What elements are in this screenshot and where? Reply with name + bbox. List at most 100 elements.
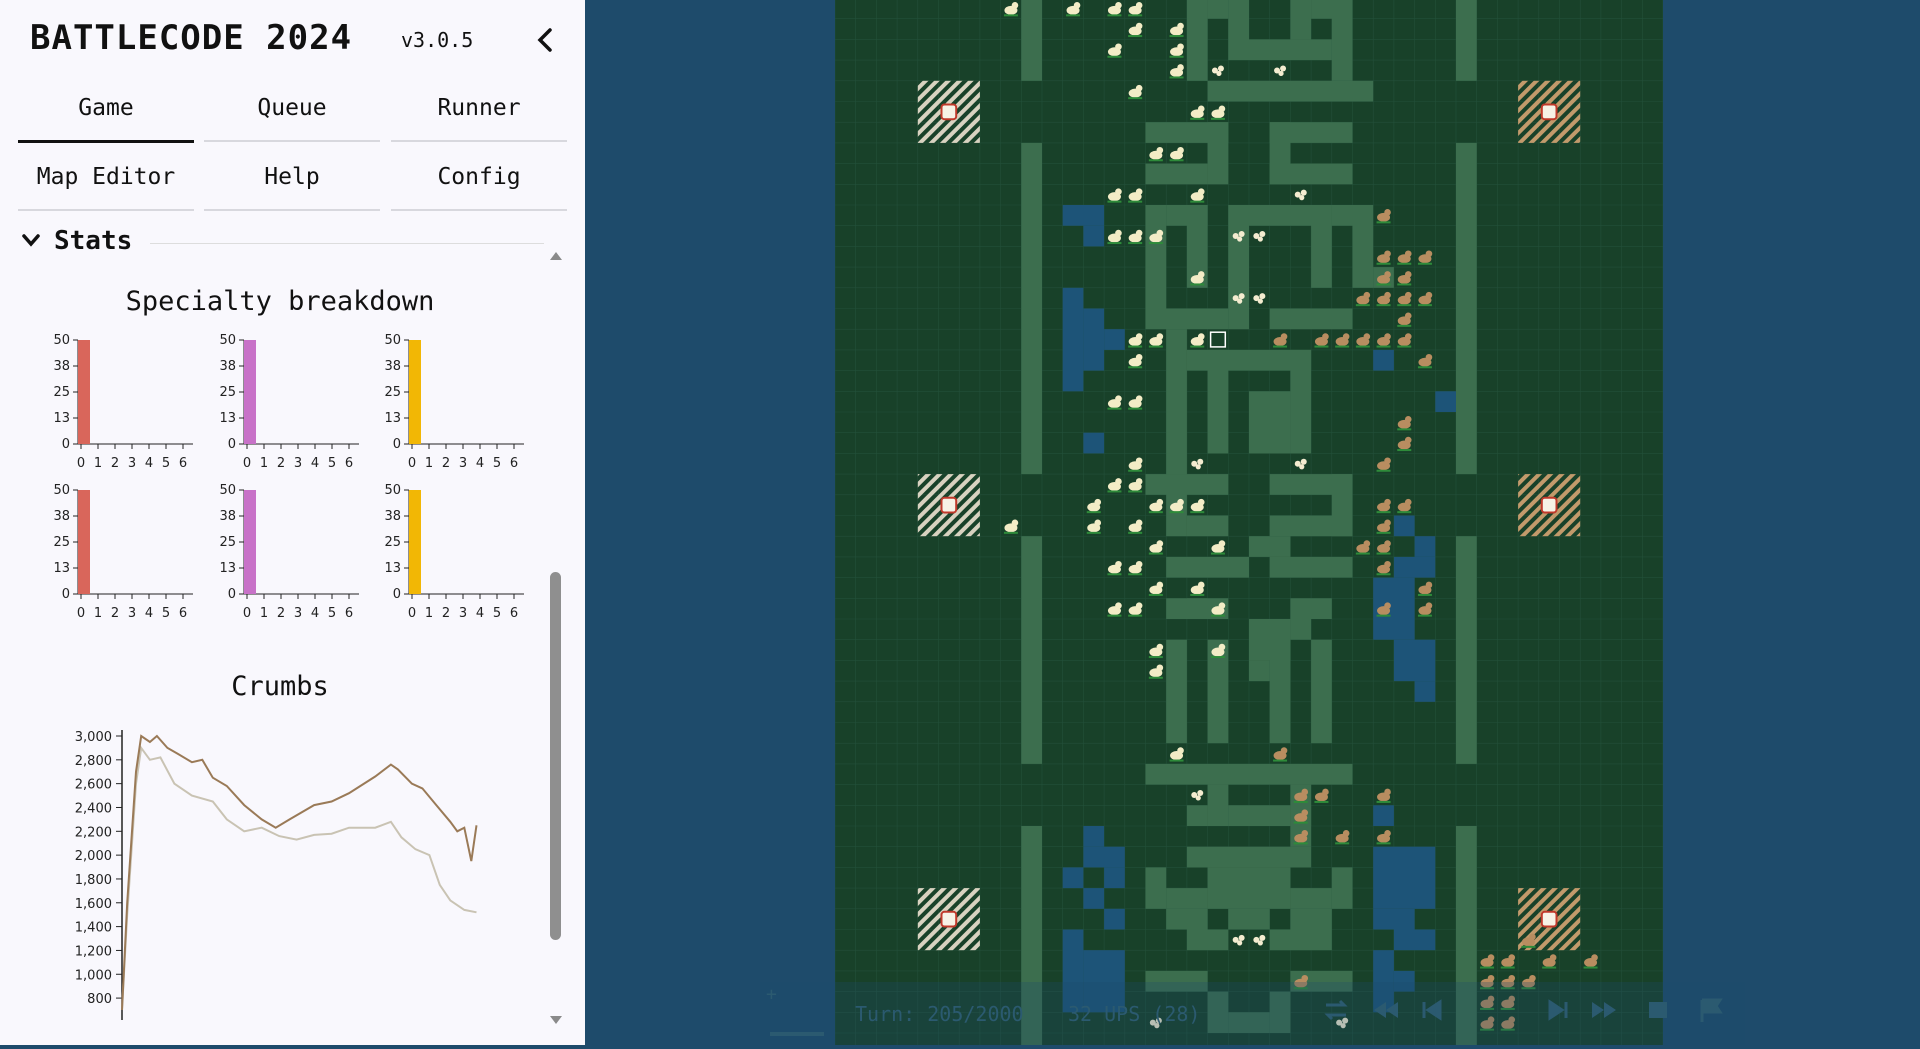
- ups-readout: 32 UPS (28): [1068, 1002, 1201, 1026]
- dam-water-tile: [1373, 349, 1394, 371]
- swap-icon: [1324, 999, 1348, 1021]
- y-tick-label: 25: [384, 535, 401, 550]
- wall-tile: [1290, 349, 1312, 454]
- collapse-sidebar-button[interactable]: [530, 22, 560, 58]
- y-tick-label: 13: [53, 411, 70, 426]
- tab-map-editor[interactable]: Map Editor: [18, 145, 194, 211]
- map-canvas[interactable]: [585, 0, 1920, 1049]
- duck-head: [1301, 788, 1309, 796]
- specialty-chart: 5038251300 1 2 3 4 5 6: [53, 483, 193, 621]
- duck-head: [1384, 209, 1391, 216]
- duck-health-bar: [1397, 324, 1412, 327]
- wall-tile: [1290, 619, 1312, 640]
- duck-health-bar: [1293, 800, 1308, 803]
- wall-tile: [1186, 515, 1229, 537]
- wall-tile: [1166, 908, 1208, 930]
- duck-health-bar: [1293, 842, 1308, 845]
- fast-forward-button[interactable]: [1590, 996, 1618, 1028]
- stats-section-header[interactable]: Stats: [22, 226, 544, 260]
- duck-head: [1218, 540, 1226, 547]
- scrollbar-thumb[interactable]: [550, 572, 561, 940]
- rewind-button[interactable]: [1372, 996, 1400, 1028]
- duck-health-bar: [1376, 800, 1391, 803]
- duck-health-bar: [1169, 759, 1184, 762]
- y-tick-label: 50: [219, 333, 236, 348]
- x-tick-label: 6: [179, 456, 187, 471]
- crumb: [1237, 940, 1243, 946]
- duck-head: [1011, 2, 1019, 9]
- x-tick-label: 1: [425, 606, 433, 621]
- dam-water-tile: [1083, 846, 1125, 868]
- duck-health-bar: [1500, 966, 1515, 969]
- duck-health-bar: [1397, 304, 1412, 307]
- duck-head: [1404, 250, 1412, 258]
- x-tick-label: 1: [94, 456, 102, 471]
- duck-health-bar: [1376, 573, 1391, 576]
- scroll-down-button[interactable]: [549, 1010, 563, 1029]
- duck-head: [1115, 2, 1122, 9]
- specialty-chart: 5038251300 1 2 3 4 5 6: [384, 333, 524, 471]
- duck-head: [1177, 22, 1184, 30]
- game-map[interactable]: [585, 0, 1920, 1049]
- crumb: [1238, 293, 1245, 300]
- crumb: [1237, 298, 1243, 304]
- wall-tile: [1207, 122, 1229, 185]
- duck-head: [1322, 788, 1329, 796]
- x-tick-label: 0: [408, 606, 416, 621]
- duck-health-bar: [1376, 221, 1391, 224]
- tab-runner[interactable]: Runner: [391, 76, 567, 142]
- stop-button[interactable]: [1646, 996, 1670, 1028]
- duck-health-bar: [1169, 511, 1184, 514]
- x-tick-label: 0: [77, 456, 85, 471]
- tab-config[interactable]: Config: [391, 145, 567, 211]
- divider: [150, 243, 544, 244]
- duck-head: [1487, 954, 1495, 961]
- duck-head: [1135, 22, 1143, 30]
- x-tick-label: 5: [162, 456, 170, 471]
- duck-head: [1135, 457, 1143, 465]
- x-tick-label: 4: [311, 456, 319, 471]
- duck-health-bar: [1273, 345, 1288, 348]
- duck-health-bar: [1542, 966, 1557, 969]
- duck-head: [1301, 830, 1309, 837]
- wall-tile: [1249, 536, 1291, 557]
- duck-health-bar: [1128, 614, 1143, 617]
- duck-health-bar: [1335, 842, 1350, 845]
- wall-tile: [1311, 205, 1332, 288]
- step-back-button[interactable]: [1420, 996, 1444, 1028]
- scroll-up-button[interactable]: [549, 246, 563, 265]
- x-tick-label: 4: [476, 456, 484, 471]
- duck-head: [1384, 830, 1391, 837]
- y-tick-label: 25: [219, 385, 236, 400]
- bar: [409, 490, 421, 594]
- duck-head: [1384, 519, 1391, 527]
- tab-help[interactable]: Help: [204, 145, 380, 211]
- wall-tile: [1249, 39, 1332, 61]
- wall-tile: [1145, 205, 1167, 309]
- duck-head: [1404, 312, 1412, 320]
- duck-health-bar: [1314, 800, 1329, 803]
- flag-marker: [940, 103, 958, 121]
- crumbs-chart: 3,000 2,800 2,600 2,400 2,200 2,000 1,800 1,600…: [75, 730, 478, 1020]
- x-tick-label: 4: [476, 606, 484, 621]
- duck-health-bar: [1107, 573, 1122, 576]
- dam-water-tile: [1373, 908, 1415, 930]
- specialty-chart: 5038251300 1 2 3 4 5 6: [384, 483, 524, 621]
- tab-game[interactable]: Game: [18, 76, 194, 143]
- speed-slider[interactable]: [770, 1032, 824, 1036]
- duck-health-bar: [1417, 593, 1432, 596]
- duck-head: [1135, 395, 1143, 402]
- duck-health-bar: [1376, 511, 1391, 514]
- duck-head: [1156, 333, 1164, 340]
- plus-button[interactable]: +: [766, 984, 777, 1005]
- duck-head: [1011, 519, 1019, 527]
- tab-queue[interactable]: Queue: [204, 76, 380, 142]
- wall-tile: [1269, 163, 1353, 185]
- flag-marker: [1540, 910, 1558, 928]
- x-tick-label: 6: [179, 606, 187, 621]
- flag-button[interactable]: [1698, 996, 1724, 1028]
- step-forward-button[interactable]: [1546, 996, 1570, 1028]
- y-tick-label: 2,400: [75, 801, 112, 816]
- reverse-button[interactable]: [1322, 996, 1350, 1028]
- crumb: [1259, 934, 1266, 941]
